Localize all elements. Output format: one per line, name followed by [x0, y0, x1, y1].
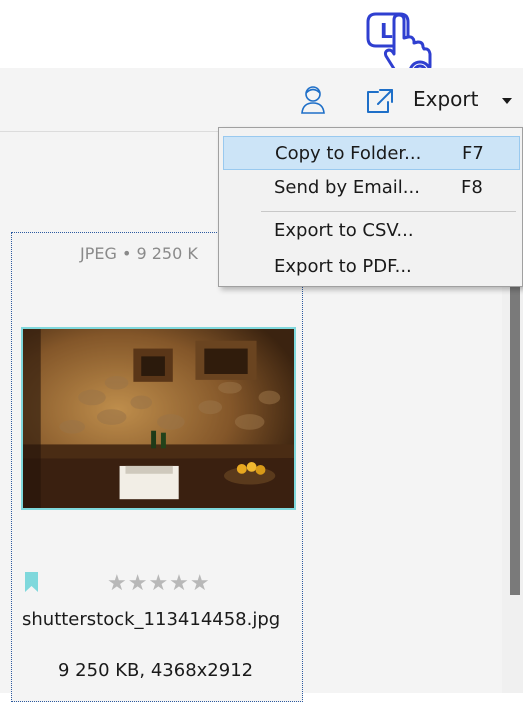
export-icon[interactable]: [366, 88, 394, 114]
export-menu: Copy to Folder... F7 Send by Email... F8…: [218, 127, 523, 287]
person-icon[interactable]: [300, 84, 326, 114]
file-name: shutterstock_113414458.jpg: [22, 609, 281, 630]
rating-stars[interactable]: ★★★★★: [107, 571, 211, 596]
menu-item-label: Send by Email...: [274, 177, 420, 198]
bookmark-icon[interactable]: [25, 572, 38, 592]
menu-item-copy-to-folder[interactable]: Copy to Folder... F7: [223, 136, 520, 170]
menu-item-shortcut: F8: [461, 177, 483, 198]
menu-item-send-by-email[interactable]: Send by Email... F8: [223, 171, 520, 205]
thumbnail-info: JPEG • 9 250 K: [80, 244, 198, 263]
toolbar: Export: [0, 68, 523, 132]
menu-separator: [261, 211, 516, 212]
menu-item-export-to-csv[interactable]: Export to CSV...: [223, 214, 520, 248]
menu-item-label: Export to CSV...: [274, 220, 414, 241]
menu-item-label: Copy to Folder...: [275, 143, 422, 164]
tutorial-letter: L: [380, 19, 393, 43]
export-button[interactable]: Export: [413, 87, 478, 111]
menu-item-export-to-pdf[interactable]: Export to PDF...: [223, 250, 520, 284]
file-meta: 9 250 KB, 4368x2912: [58, 660, 254, 681]
menu-item-label: Export to PDF...: [274, 256, 412, 277]
menu-item-shortcut: F7: [462, 143, 484, 164]
scrollbar-thumb[interactable]: [510, 255, 520, 595]
chevron-down-icon[interactable]: [502, 98, 512, 104]
thumbnail-image[interactable]: [21, 327, 296, 510]
